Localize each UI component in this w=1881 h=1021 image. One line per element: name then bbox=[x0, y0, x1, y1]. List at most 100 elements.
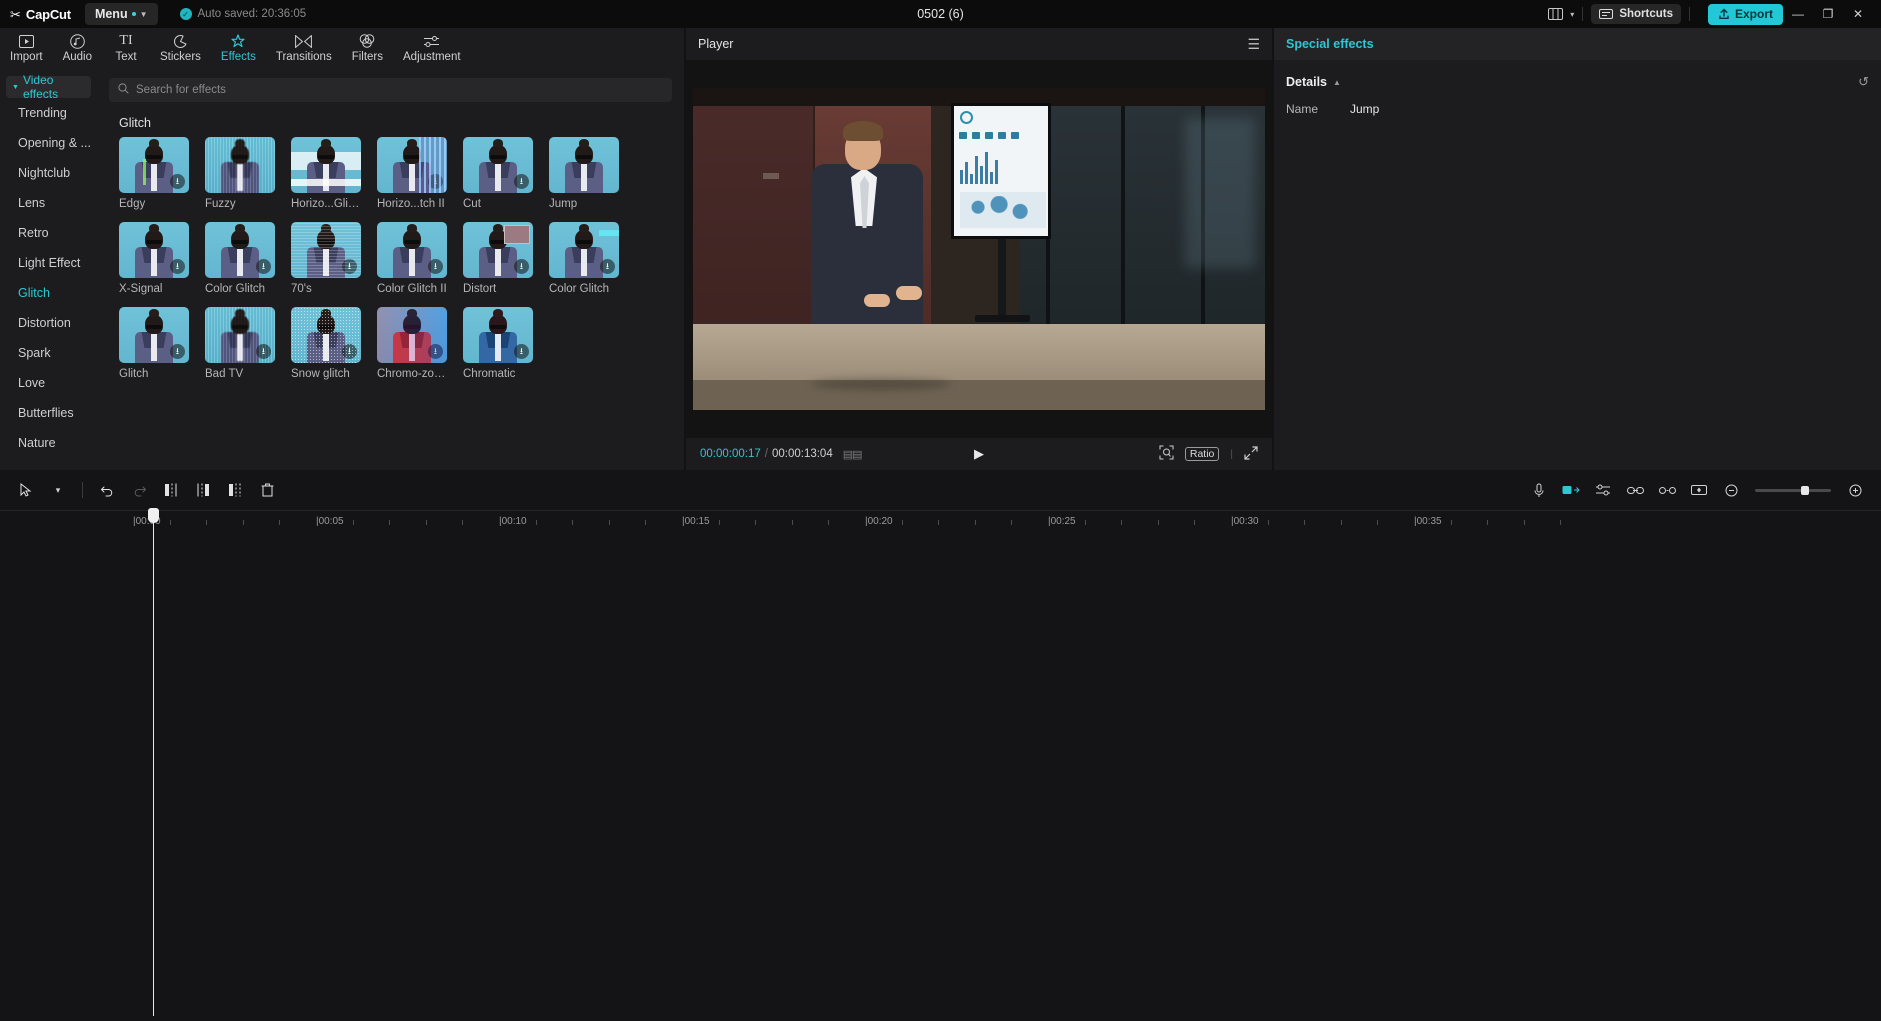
tab-transitions[interactable]: Transitions bbox=[266, 33, 342, 63]
shortcuts-button[interactable]: Shortcuts bbox=[1591, 4, 1681, 24]
effect-thumbnail[interactable] bbox=[291, 137, 361, 193]
effect-item[interactable]: ⭳ Cut bbox=[463, 137, 533, 210]
layout-chevron-icon[interactable]: ▾ bbox=[1570, 10, 1574, 19]
tab-effects[interactable]: Effects bbox=[211, 33, 266, 63]
split-icon[interactable] bbox=[155, 477, 187, 503]
effect-item[interactable]: ⭳ Glitch bbox=[119, 307, 189, 380]
tab-stickers[interactable]: Stickers bbox=[150, 33, 211, 63]
sidebar-item-light-effect[interactable]: Light Effect bbox=[0, 248, 97, 278]
zoom-in-icon[interactable] bbox=[1839, 477, 1871, 503]
effect-thumbnail[interactable]: ⭳ bbox=[119, 222, 189, 278]
download-icon[interactable]: ⭳ bbox=[342, 344, 357, 359]
minimize-icon[interactable]: — bbox=[1783, 0, 1813, 28]
effect-item[interactable]: ⭳ Chromatic bbox=[463, 307, 533, 380]
download-icon[interactable]: ⭳ bbox=[514, 174, 529, 189]
link-icon[interactable] bbox=[1619, 477, 1651, 503]
download-icon[interactable]: ⭳ bbox=[514, 259, 529, 274]
timeline-zoom-slider[interactable] bbox=[1755, 485, 1831, 495]
sidebar-item-retro[interactable]: Retro bbox=[0, 218, 97, 248]
timeline-ruler[interactable]: |00:00 |00:05 |00:10 |00:15 |00:20 |00:25 |00:… bbox=[0, 510, 1881, 532]
download-icon[interactable]: ⭳ bbox=[170, 344, 185, 359]
sidebar-item-spark[interactable]: Spark bbox=[0, 338, 97, 368]
sidebar-item-glitch[interactable]: Glitch bbox=[0, 278, 97, 308]
redo-icon[interactable] bbox=[123, 477, 155, 503]
keyframe-icon[interactable] bbox=[1683, 477, 1715, 503]
download-icon[interactable]: ⭳ bbox=[256, 259, 271, 274]
download-icon[interactable]: ⭳ bbox=[170, 174, 185, 189]
details-section-header[interactable]: Details ▲ ↺ bbox=[1274, 60, 1881, 90]
effect-thumbnail[interactable]: ⭳ bbox=[377, 222, 447, 278]
play-icon[interactable]: ▶ bbox=[974, 446, 984, 462]
effect-thumbnail[interactable]: ⭳ bbox=[377, 137, 447, 193]
sidebar-item-lens[interactable]: Lens bbox=[0, 188, 97, 218]
effect-item[interactable]: ⭳ 70's bbox=[291, 222, 361, 295]
download-icon[interactable]: ⭳ bbox=[600, 259, 615, 274]
sidebar-item-trending[interactable]: Trending bbox=[0, 98, 97, 128]
auto-caption-icon[interactable] bbox=[1555, 477, 1587, 503]
menu-button[interactable]: Menu ▼ bbox=[84, 3, 158, 25]
fullscreen-icon[interactable] bbox=[1244, 445, 1258, 463]
download-icon[interactable]: ⭳ bbox=[428, 259, 443, 274]
audio-mixer-icon[interactable] bbox=[1587, 477, 1619, 503]
effect-thumbnail[interactable] bbox=[549, 137, 619, 193]
video-preview-area[interactable] bbox=[686, 60, 1272, 438]
microphone-icon[interactable] bbox=[1523, 477, 1555, 503]
effect-thumbnail[interactable] bbox=[205, 137, 275, 193]
effect-thumbnail[interactable]: ⭳ bbox=[463, 222, 533, 278]
effect-thumbnail[interactable]: ⭳ bbox=[377, 307, 447, 363]
effect-item[interactable]: Fuzzy bbox=[205, 137, 275, 210]
close-icon[interactable]: ✕ bbox=[1843, 0, 1873, 28]
undo-icon[interactable] bbox=[91, 477, 123, 503]
effect-thumbnail[interactable]: ⭳ bbox=[463, 307, 533, 363]
crop-focus-icon[interactable] bbox=[1159, 445, 1174, 463]
delete-trash-icon[interactable] bbox=[251, 477, 283, 503]
effect-item[interactable]: ⭳ Horizo...tch II bbox=[377, 137, 447, 210]
tab-text[interactable]: TI Text bbox=[102, 33, 150, 63]
effect-thumbnail[interactable]: ⭳ bbox=[119, 137, 189, 193]
quality-icon[interactable]: ▤▤ bbox=[843, 448, 863, 461]
trim-right-icon[interactable] bbox=[219, 477, 251, 503]
sidebar-item-nightclub[interactable]: Nightclub bbox=[0, 158, 97, 188]
zoom-out-icon[interactable] bbox=[1715, 477, 1747, 503]
download-icon[interactable]: ⭳ bbox=[342, 259, 357, 274]
sidebar-item-distortion[interactable]: Distortion bbox=[0, 308, 97, 338]
effect-item[interactable]: ⭳ Color Glitch bbox=[205, 222, 275, 295]
maximize-icon[interactable]: ❐ bbox=[1813, 0, 1843, 28]
tab-filters[interactable]: Filters bbox=[342, 33, 393, 63]
trim-left-icon[interactable] bbox=[187, 477, 219, 503]
effect-thumbnail[interactable]: ⭳ bbox=[205, 307, 275, 363]
sidebar-header-video-effects[interactable]: ▼ Video effects bbox=[6, 73, 91, 101]
effect-item[interactable]: ⭳ Bad TV bbox=[205, 307, 275, 380]
effect-item[interactable]: ⭳ X-Signal bbox=[119, 222, 189, 295]
search-effects-input[interactable]: Search for effects bbox=[109, 78, 672, 102]
playhead[interactable] bbox=[148, 508, 159, 1016]
sidebar-item-opening[interactable]: Opening & ... bbox=[0, 128, 97, 158]
layout-icon[interactable] bbox=[1540, 3, 1570, 25]
effect-item[interactable]: ⭳ Snow glitch bbox=[291, 307, 361, 380]
chevron-down-icon[interactable]: ▾ bbox=[42, 477, 74, 503]
effect-item[interactable]: ⭳ Color Glitch II bbox=[377, 222, 447, 295]
effect-thumbnail[interactable]: ⭳ bbox=[549, 222, 619, 278]
sidebar-item-love[interactable]: Love bbox=[0, 368, 97, 398]
effect-thumbnail[interactable]: ⭳ bbox=[205, 222, 275, 278]
effect-thumbnail[interactable]: ⭳ bbox=[119, 307, 189, 363]
effect-item[interactable]: ⭳ Color Glitch bbox=[549, 222, 619, 295]
playhead-handle[interactable] bbox=[148, 508, 159, 523]
unlink-icon[interactable] bbox=[1651, 477, 1683, 503]
hamburger-icon[interactable]: ☰ bbox=[1247, 36, 1260, 53]
download-icon[interactable]: ⭳ bbox=[514, 344, 529, 359]
effect-item[interactable]: ⭳ Distort bbox=[463, 222, 533, 295]
effect-item[interactable]: ⭳ Chromo-zoom bbox=[377, 307, 447, 380]
tab-adjustment[interactable]: Adjustment bbox=[393, 33, 471, 63]
ratio-button[interactable]: Ratio bbox=[1184, 447, 1220, 461]
download-icon[interactable]: ⭳ bbox=[256, 344, 271, 359]
tab-audio[interactable]: Audio bbox=[53, 33, 102, 63]
export-button[interactable]: Export bbox=[1707, 3, 1783, 25]
download-icon[interactable]: ⭳ bbox=[428, 344, 443, 359]
reset-icon[interactable]: ↺ bbox=[1858, 74, 1869, 90]
zoom-slider-handle[interactable] bbox=[1801, 485, 1809, 495]
cursor-select-icon[interactable] bbox=[10, 477, 42, 503]
effect-item[interactable]: ⭳ Edgy bbox=[119, 137, 189, 210]
effect-thumbnail[interactable]: ⭳ bbox=[291, 307, 361, 363]
sidebar-item-nature[interactable]: Nature bbox=[0, 428, 97, 458]
